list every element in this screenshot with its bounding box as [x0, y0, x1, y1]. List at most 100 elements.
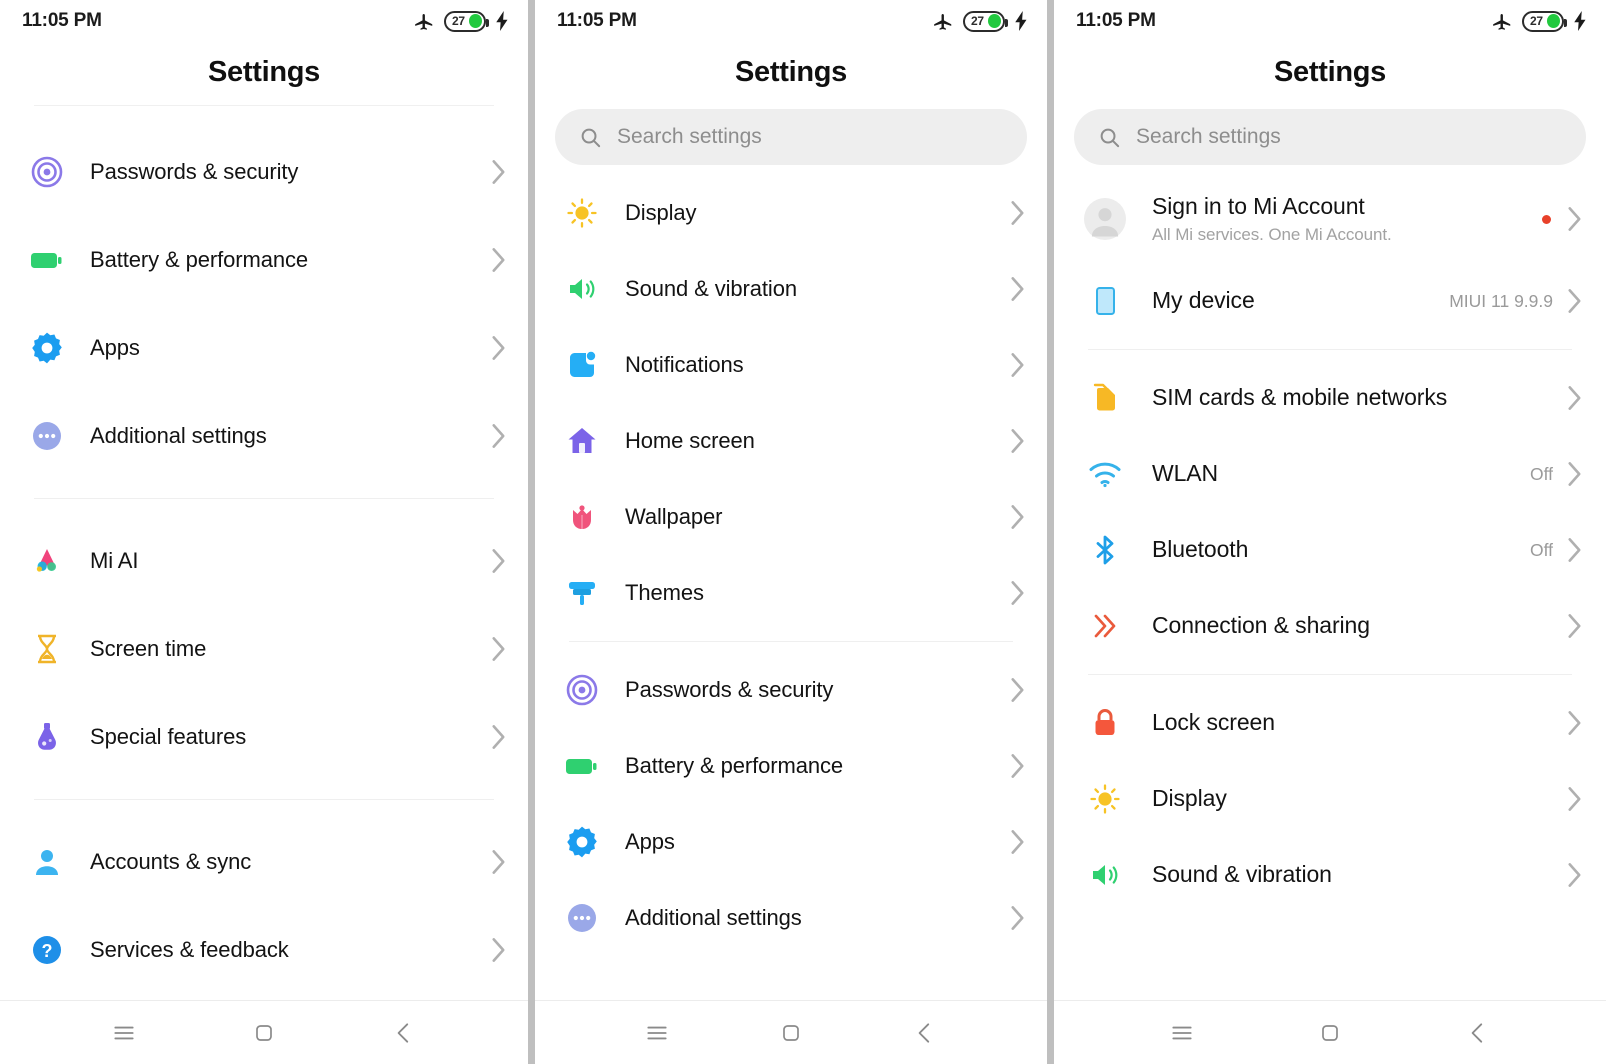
connection-sharing-icon [1084, 610, 1126, 642]
settings-screen-3: 11:05 PM 27 Settings Search settings Sig… [1054, 0, 1606, 1064]
tulip-icon [561, 501, 603, 533]
list-item[interactable]: Wallpaper [535, 479, 1047, 555]
home-square-icon[interactable] [252, 1021, 276, 1045]
list-item-label: Display [625, 199, 697, 225]
list-item[interactable]: Bluetooth Off [1054, 512, 1606, 588]
page-title: Settings [735, 56, 847, 88]
list-item-label: Battery & performance [625, 752, 843, 778]
gear-icon [26, 331, 68, 365]
airplane-mode-icon [413, 10, 435, 32]
list-item[interactable]: Battery & performance [535, 728, 1047, 804]
list-item[interactable]: Display [535, 175, 1047, 251]
home-square-icon[interactable] [779, 1021, 803, 1045]
lightning-bolt-icon [1014, 11, 1029, 31]
group-divider [569, 641, 1013, 642]
list-item[interactable]: My device MIUI 11 9.9.9 [1054, 263, 1606, 339]
fingerprint-icon [561, 673, 603, 707]
house-icon [561, 425, 603, 457]
sim-card-icon [1084, 382, 1126, 414]
back-chevron-icon[interactable] [912, 1020, 938, 1046]
list-item[interactable]: SIM cards & mobile networks [1054, 360, 1606, 436]
chevron-right-icon [1567, 206, 1582, 232]
list-item-label: Mi AI [90, 547, 139, 573]
mi-account-row[interactable]: Sign in to Mi Account All Mi services. O… [1054, 175, 1606, 263]
list-item[interactable]: Sound & vibration [535, 251, 1047, 327]
list-item[interactable]: Passwords & security [535, 652, 1047, 728]
settings-screen-2: 11:05 PM 27 Settings Search settings Dis… [535, 0, 1047, 1064]
list-item[interactable]: Connection & sharing [1054, 588, 1606, 664]
status-indicators: 27 [932, 10, 1029, 32]
list-item[interactable]: Mi AI [0, 517, 528, 605]
sun-icon [1084, 783, 1126, 815]
list-item[interactable]: Special features [0, 693, 528, 781]
list-item[interactable]: Additional settings [535, 880, 1047, 956]
battery-icon [561, 749, 603, 783]
list-item-label: My device [1152, 287, 1255, 314]
list-item-label: Additional settings [90, 422, 267, 448]
wifi-icon [1084, 458, 1126, 490]
list-item[interactable]: Accounts & sync [0, 818, 528, 906]
list-item[interactable]: Home screen [535, 403, 1047, 479]
list-item[interactable]: Sound & vibration [1054, 837, 1606, 913]
chevron-right-icon [1567, 461, 1582, 487]
menu-icon[interactable] [1169, 1020, 1195, 1046]
list-item-value: Off [1529, 463, 1553, 484]
status-bar: 11:05 PM 27 [535, 0, 1047, 42]
list-item-label: Additional settings [625, 904, 802, 930]
battery-indicator: 27 [1522, 10, 1567, 32]
list-item-label: Screen time [90, 635, 207, 661]
list-item[interactable]: Screen time [0, 605, 528, 693]
list-item-label: Passwords & security [625, 676, 834, 702]
list-item[interactable]: Apps [0, 304, 528, 392]
list-item-label: Lock screen [1152, 709, 1275, 736]
list-item[interactable]: WLAN Off [1054, 436, 1606, 512]
status-indicators: 27 [1491, 10, 1588, 32]
list-item-label: Accounts & sync [90, 848, 252, 874]
chevron-right-icon [491, 159, 506, 185]
list-item[interactable]: Themes [535, 555, 1047, 631]
settings-screen-1: 11:05 PM 27 Settings Passwords & securit… [0, 0, 528, 1064]
chevron-right-icon [1567, 786, 1582, 812]
menu-icon[interactable] [644, 1020, 670, 1046]
list-item-label: Battery & performance [90, 246, 308, 272]
list-item[interactable]: Notifications [535, 327, 1047, 403]
home-square-icon[interactable] [1318, 1021, 1342, 1045]
list-item-label: Wallpaper [625, 503, 723, 529]
battery-icon [26, 243, 68, 277]
search-input[interactable]: Search settings [1074, 109, 1586, 165]
search-icon [579, 126, 602, 149]
sun-icon [561, 197, 603, 229]
status-indicators: 27 [413, 10, 510, 32]
more-dots-icon [26, 419, 68, 453]
battery-indicator: 27 [444, 10, 489, 32]
list-item[interactable]: Display [1054, 761, 1606, 837]
list-item[interactable]: Lock screen [1054, 685, 1606, 761]
list-item[interactable]: Additional settings [0, 392, 528, 480]
group-divider [1088, 674, 1572, 675]
list-item-label: WLAN [1152, 460, 1219, 487]
search-placeholder: Search settings [1136, 125, 1281, 148]
search-input[interactable]: Search settings [555, 109, 1027, 165]
back-chevron-icon[interactable] [391, 1020, 417, 1046]
chevron-right-icon [491, 335, 506, 361]
list-item[interactable]: Apps [535, 804, 1047, 880]
settings-list-3: Sign in to Mi Account All Mi services. O… [1054, 175, 1606, 1000]
list-item[interactable]: Battery & performance [0, 216, 528, 304]
notification-square-icon [561, 349, 603, 381]
list-item[interactable]: Passwords & security [0, 128, 528, 216]
search-placeholder: Search settings [617, 125, 762, 148]
navigation-bar [535, 1000, 1047, 1064]
list-item-label: Apps [625, 828, 675, 854]
group-divider [1088, 349, 1572, 350]
status-bar: 11:05 PM 27 [0, 0, 528, 42]
mi-ai-icon [26, 544, 68, 578]
list-item[interactable]: ? Services & feedback [0, 906, 528, 994]
back-chevron-icon[interactable] [1465, 1020, 1491, 1046]
list-item-value: MIUI 11 9.9.9 [1449, 290, 1553, 311]
list-item-label: Passwords & security [90, 158, 299, 184]
menu-icon[interactable] [111, 1020, 137, 1046]
chevron-right-icon [1010, 753, 1025, 779]
page-title: Settings [208, 56, 320, 88]
list-item-value: Off [1529, 539, 1553, 560]
navigation-bar [1054, 1000, 1606, 1064]
